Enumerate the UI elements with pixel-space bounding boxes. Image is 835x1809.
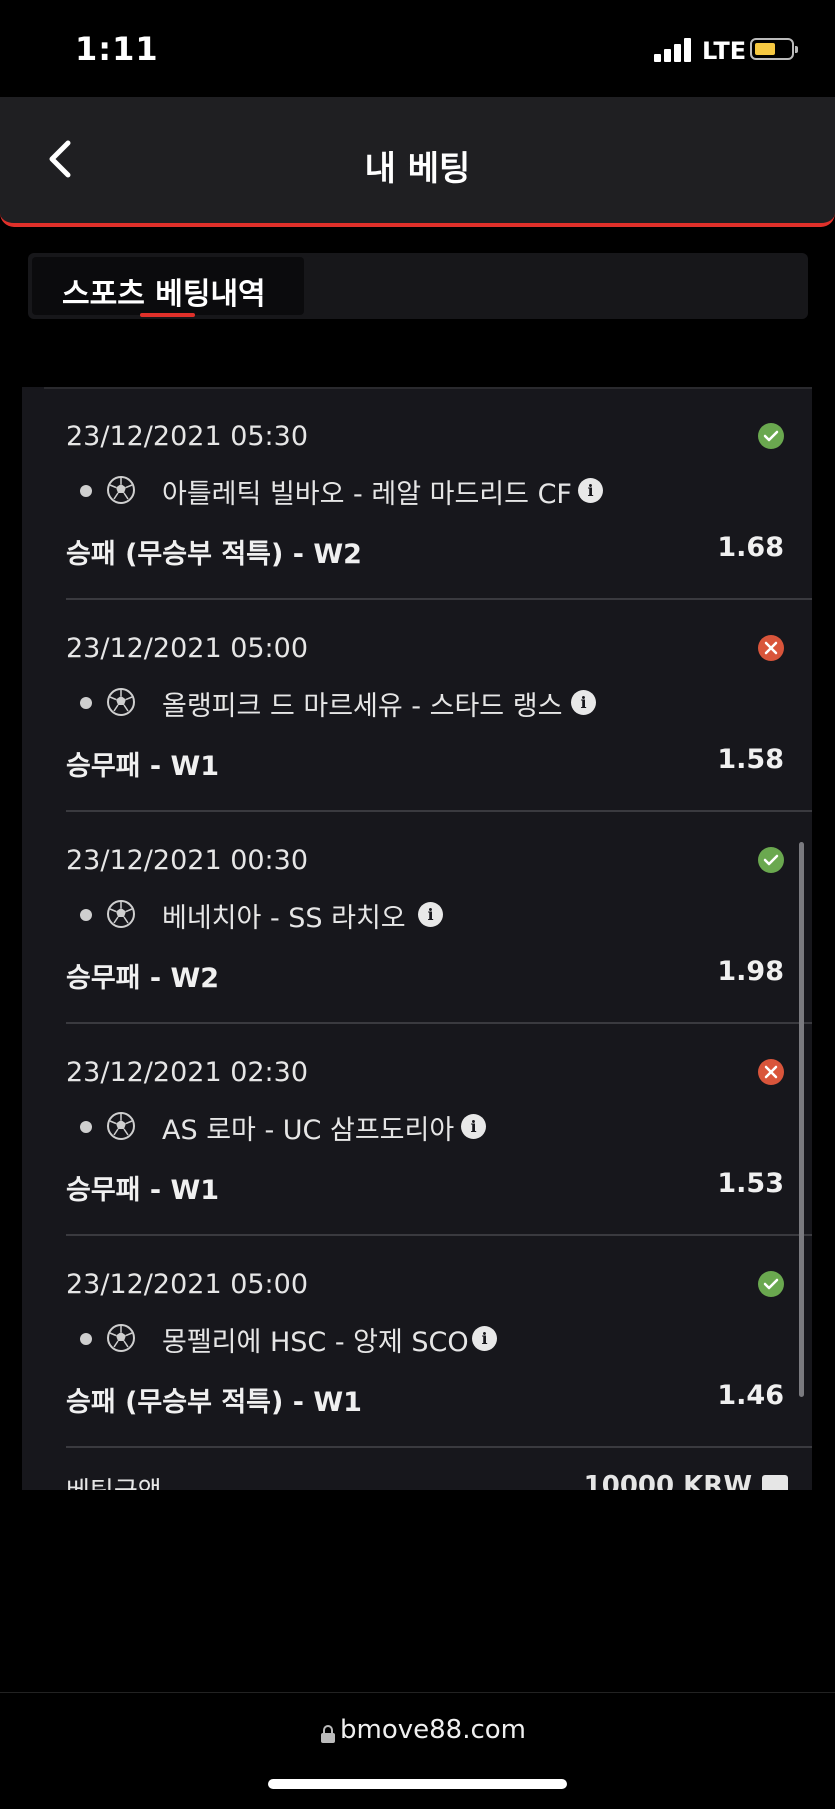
bet-market: 승패 (무승부 적특) - W1 bbox=[66, 1387, 362, 1418]
browser-url-bar[interactable]: bmove88.com bbox=[0, 1692, 835, 1809]
info-icon[interactable]: i bbox=[461, 1114, 486, 1139]
check-icon bbox=[758, 423, 784, 449]
status-bar: 1:11 LTE bbox=[0, 0, 835, 97]
bet-amount-label: 베팅금액 bbox=[66, 1471, 162, 1490]
divider bbox=[66, 1446, 812, 1448]
tab-bar: 스포츠 베팅내역 bbox=[28, 253, 808, 319]
battery-icon bbox=[750, 38, 798, 60]
soccer-ball-icon bbox=[107, 1112, 135, 1140]
bet-item[interactable]: 23/12/2021 00:30 베네치아 - SS 라치오 i 승무패 - W… bbox=[44, 811, 812, 1024]
bet-date: 23/12/2021 05:00 bbox=[66, 633, 309, 664]
tab-active-indicator bbox=[140, 313, 195, 317]
tab-label: 스포츠 베팅내역 bbox=[62, 277, 266, 312]
status-time: 1:11 bbox=[75, 30, 159, 68]
bullet-dot bbox=[80, 909, 92, 921]
tab-sports-betting-history[interactable]: 스포츠 베팅내역 bbox=[32, 257, 304, 317]
url-text[interactable]: bmove88.com bbox=[340, 1715, 526, 1745]
check-icon bbox=[758, 847, 784, 873]
match-name: 아틀레틱 빌바오 - 레알 마드리드 CF bbox=[162, 479, 572, 510]
bet-item[interactable]: 23/12/2021 02:30 AS 로마 - UC 삼프도리아 i 승무패 … bbox=[44, 1023, 812, 1236]
bet-item[interactable]: 23/12/2021 05:00 몽펠리에 HSC - 앙제 SCO i 승패 … bbox=[44, 1235, 812, 1448]
bet-odds: 1.46 bbox=[717, 1380, 784, 1411]
check-icon bbox=[758, 1271, 784, 1297]
match-name: 몽펠리에 HSC - 앙제 SCO bbox=[162, 1327, 469, 1358]
info-icon[interactable]: i bbox=[578, 478, 603, 503]
bet-odds: 1.68 bbox=[717, 532, 784, 563]
info-icon[interactable]: i bbox=[418, 902, 443, 927]
page-title: 내 베팅 bbox=[364, 149, 471, 189]
bet-odds: 1.98 bbox=[717, 956, 784, 987]
info-icon[interactable]: i bbox=[571, 690, 596, 715]
bullet-dot bbox=[80, 485, 92, 497]
network-label: LTE bbox=[702, 37, 747, 65]
x-icon bbox=[758, 635, 784, 661]
bet-list[interactable]: 23/12/2021 05:30 아틀레틱 빌바오 - 레알 마드리드 CF i… bbox=[22, 387, 812, 1490]
bullet-dot bbox=[80, 1121, 92, 1133]
bullet-dot bbox=[80, 697, 92, 709]
soccer-ball-icon bbox=[107, 688, 135, 716]
bet-item[interactable]: 23/12/2021 05:30 아틀레틱 빌바오 - 레알 마드리드 CF i… bbox=[44, 387, 812, 600]
bet-date: 23/12/2021 05:00 bbox=[66, 1269, 309, 1300]
lock-icon bbox=[321, 1725, 335, 1743]
match-name: 베네치아 - SS 라치오 bbox=[162, 903, 406, 934]
match-name: AS 로마 - UC 삼프도리아 bbox=[162, 1115, 455, 1146]
home-indicator[interactable] bbox=[268, 1779, 567, 1789]
bet-market: 승패 (무승부 적특) - W2 bbox=[66, 539, 362, 570]
bet-date: 23/12/2021 00:30 bbox=[66, 845, 309, 876]
scrollbar[interactable] bbox=[799, 842, 804, 1397]
bet-odds: 1.58 bbox=[717, 744, 784, 775]
soccer-ball-icon bbox=[107, 1324, 135, 1352]
bet-total-row: 베팅금액 10000 KRW bbox=[44, 1471, 812, 1490]
signal-icon bbox=[654, 38, 694, 62]
bet-item[interactable]: 23/12/2021 05:00 올랭피크 드 마르세유 - 스타드 랭스 i … bbox=[44, 599, 812, 812]
app-header: 내 베팅 bbox=[0, 97, 835, 227]
match-name: 올랭피크 드 마르세유 - 스타드 랭스 bbox=[162, 691, 563, 722]
gift-icon bbox=[762, 1475, 788, 1490]
x-icon bbox=[758, 1059, 784, 1085]
bet-market: 승무패 - W1 bbox=[66, 751, 220, 782]
bet-market: 승무패 - W2 bbox=[66, 963, 220, 994]
bullet-dot bbox=[80, 1333, 92, 1345]
soccer-ball-icon bbox=[107, 476, 135, 504]
bet-date: 23/12/2021 05:30 bbox=[66, 421, 309, 452]
bet-market: 승무패 - W1 bbox=[66, 1175, 220, 1206]
bet-amount-value: 10000 KRW bbox=[583, 1471, 752, 1490]
info-icon[interactable]: i bbox=[472, 1326, 497, 1351]
bet-odds: 1.53 bbox=[717, 1168, 784, 1199]
bet-date: 23/12/2021 02:30 bbox=[66, 1057, 309, 1088]
soccer-ball-icon bbox=[107, 900, 135, 928]
